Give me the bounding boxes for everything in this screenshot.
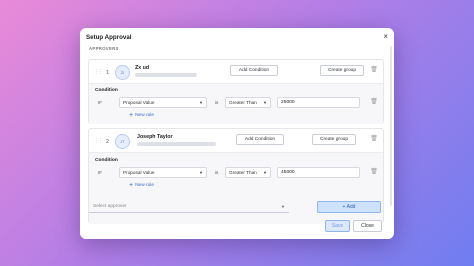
condition-operator-value: Greater Than <box>229 100 257 105</box>
close-button[interactable]: Close <box>353 220 382 232</box>
scrollbar[interactable] <box>390 46 392 206</box>
add-condition-button[interactable]: Add Condition <box>236 134 284 145</box>
if-label: IF <box>98 100 103 105</box>
trash-icon[interactable]: 🗑 <box>370 168 378 177</box>
is-label: is <box>215 100 219 105</box>
add-condition-button[interactable]: Add Condition <box>230 65 278 76</box>
condition-field-select[interactable]: Proposal Value ▼ <box>119 167 207 178</box>
trash-icon[interactable]: 🗑 <box>370 98 378 107</box>
plus-icon: + <box>129 182 134 189</box>
modal-header: Setup Approval × <box>80 28 394 46</box>
avatar: JT <box>115 134 130 149</box>
create-group-button[interactable]: Create group <box>320 65 364 76</box>
plus-icon: + <box>129 112 134 119</box>
setup-approval-modal: Setup Approval × APPROVERS ⋮⋮ 1 ZI Zx ud… <box>80 28 394 239</box>
is-label: is <box>215 170 219 175</box>
chevron-down-icon: ▼ <box>281 204 285 209</box>
condition-value-input[interactable]: 45000 <box>277 167 360 178</box>
avatar: ZI <box>115 65 130 80</box>
if-label: IF <box>98 170 103 175</box>
approver-subtitle-placeholder <box>135 73 197 77</box>
new-rule-label: New rule <box>135 183 155 188</box>
chevron-down-icon: ▼ <box>263 170 267 175</box>
condition-title: Condition <box>95 88 118 93</box>
condition-value-input[interactable]: 25000 <box>277 97 360 108</box>
chevron-down-icon: ▼ <box>199 100 203 105</box>
approvers-section-label: APPROVERS <box>89 46 119 51</box>
condition-panel: Condition IF Proposal Value ▼ is Greater… <box>89 83 383 124</box>
condition-field-value: Proposal Value <box>123 170 155 175</box>
select-approver-dropdown[interactable]: Select approver ▼ <box>89 201 289 213</box>
condition-field-select[interactable]: Proposal Value ▼ <box>119 97 207 108</box>
approver-index: 2 <box>106 139 109 145</box>
create-group-button[interactable]: Create group <box>312 134 356 145</box>
chevron-down-icon: ▼ <box>199 170 203 175</box>
trash-icon[interactable]: 🗑 <box>370 135 378 144</box>
approver-card: ⋮⋮ 1 ZI Zx ud Add Condition Create group… <box>88 59 384 124</box>
save-button[interactable]: Save <box>325 220 350 232</box>
approver-subtitle-placeholder <box>137 142 216 146</box>
condition-operator-value: Greater Than <box>229 170 257 175</box>
add-approver-button[interactable]: + Add <box>317 201 381 213</box>
condition-operator-select[interactable]: Greater Than ▼ <box>225 97 271 108</box>
drag-handle-icon[interactable]: ⋮⋮ <box>94 138 103 144</box>
select-approver-placeholder: Select approver <box>93 204 127 209</box>
modal-title: Setup Approval <box>86 33 132 41</box>
approver-index: 1 <box>106 70 109 76</box>
condition-title: Condition <box>95 158 118 163</box>
close-icon[interactable]: × <box>383 33 388 41</box>
approver-name: Joseph Taylor <box>137 134 173 140</box>
new-rule-link[interactable]: + New rule <box>129 112 154 119</box>
new-rule-link[interactable]: + New rule <box>129 182 154 189</box>
condition-operator-select[interactable]: Greater Than ▼ <box>225 167 271 178</box>
trash-icon[interactable]: 🗑 <box>370 66 378 75</box>
drag-handle-icon[interactable]: ⋮⋮ <box>94 69 103 75</box>
condition-panel: Condition IF Proposal Value ▼ is Greater… <box>89 152 383 224</box>
approver-name: Zx ud <box>135 65 150 71</box>
chevron-down-icon: ▼ <box>263 100 267 105</box>
new-rule-label: New rule <box>135 113 155 118</box>
condition-field-value: Proposal Value <box>123 100 155 105</box>
